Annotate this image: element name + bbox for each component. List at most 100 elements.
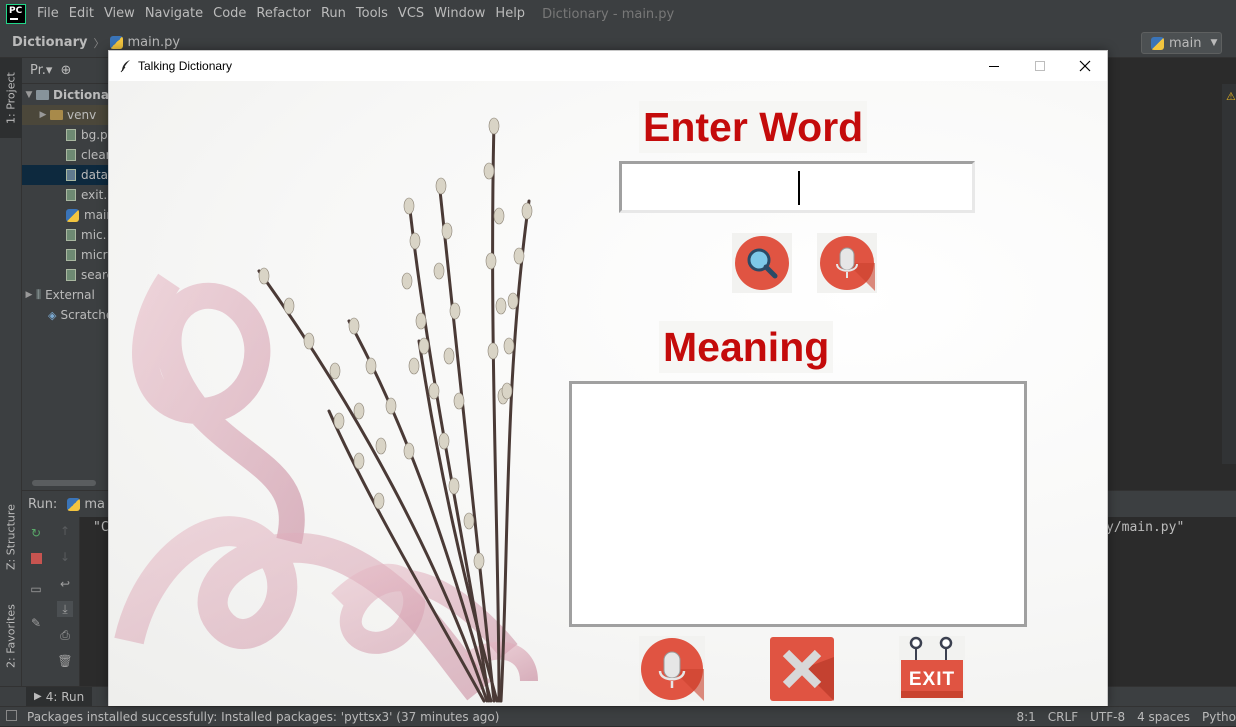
down-arrow-icon[interactable]: ↓ xyxy=(57,549,73,565)
tab-favorites-label: 2: Favorites xyxy=(4,604,18,668)
menu-refactor[interactable]: Refactor xyxy=(251,0,316,28)
file-icon xyxy=(66,169,76,181)
layout-icon[interactable]: ▭ xyxy=(28,581,44,597)
meaning-textbox[interactable] xyxy=(569,381,1027,627)
tree-item-file[interactable]: mic. xyxy=(22,225,108,245)
status-widgets: 8:1 CRLF UTF-8 4 spaces Pytho xyxy=(1016,707,1236,727)
breadcrumb-file-label: main.py xyxy=(127,35,181,50)
tab-project[interactable]: 1: Project xyxy=(0,58,22,138)
print-icon[interactable]: ⎙ xyxy=(57,627,73,643)
tree-item-label: data. xyxy=(81,168,108,182)
run-tab-main[interactable]: ma xyxy=(67,497,105,512)
close-icon xyxy=(1079,60,1091,72)
stop-icon[interactable] xyxy=(28,550,44,566)
menu-edit[interactable]: Edit xyxy=(64,0,99,28)
voice-input-button[interactable] xyxy=(817,233,877,293)
tree-item-file[interactable]: exit.p xyxy=(22,185,108,205)
dropdown-arrow-icon: ▼ xyxy=(1210,38,1218,48)
console-line-end: y/main.py" xyxy=(1106,520,1185,535)
menu-file[interactable]: File xyxy=(32,0,64,28)
tree-item-venv[interactable]: ▶ venv xyxy=(22,105,108,125)
tab-run[interactable]: ▶ 4: Run xyxy=(26,686,93,707)
tree-item-label: searc xyxy=(81,268,108,282)
microphone-icon xyxy=(820,236,875,291)
text-caret xyxy=(798,171,800,205)
menu-view[interactable]: View xyxy=(99,0,140,28)
search-icon xyxy=(735,236,789,290)
menu-run[interactable]: Run xyxy=(316,0,351,28)
tree-item-external-libraries[interactable]: ▶ ⫼ External xyxy=(22,285,108,305)
exit-label: EXIT xyxy=(908,669,956,690)
tree-item-file[interactable]: searc xyxy=(22,265,108,285)
tree-item-scratches[interactable]: ◈ Scratche xyxy=(22,305,108,325)
console-line-start: "C xyxy=(93,520,109,535)
tree-item-file[interactable]: main xyxy=(22,205,108,225)
run-configuration-select[interactable]: main ▼ xyxy=(1141,32,1222,54)
clear-button[interactable] xyxy=(769,636,835,702)
tree-item-label: bg.p xyxy=(81,128,108,142)
file-icon xyxy=(66,249,76,261)
tab-run-label: 4: Run xyxy=(45,689,85,704)
tab-structure[interactable]: Z: Structure xyxy=(0,496,22,578)
status-message[interactable]: Packages installed successfully: Install… xyxy=(27,710,499,724)
locate-target-icon[interactable]: ⊕ xyxy=(60,63,71,78)
horizontal-scrollbar[interactable] xyxy=(32,480,96,486)
clear-x-icon xyxy=(770,637,834,701)
scroll-to-end-icon[interactable]: ⤓ xyxy=(57,601,73,617)
maximize-button[interactable] xyxy=(1017,51,1063,81)
scratches-icon: ◈ xyxy=(48,308,57,322)
menu-window[interactable]: Window xyxy=(429,0,490,28)
tree-root[interactable]: ▼ Dictiona xyxy=(22,85,108,105)
status-indent[interactable]: 4 spaces xyxy=(1137,710,1190,724)
breadcrumb-file[interactable]: main.py xyxy=(110,35,180,50)
menu-help[interactable]: Help xyxy=(490,0,530,28)
run-toolbar-secondary: ↑ ↓ ↩ ⤓ ⎙ 🗑 xyxy=(51,517,80,686)
status-line-separator[interactable]: CRLF xyxy=(1048,710,1078,724)
project-view-label: Pr. xyxy=(30,63,46,78)
menu-navigate[interactable]: Navigate xyxy=(140,0,208,28)
tk-feather-icon xyxy=(120,60,130,73)
left-tool-stripe: 1: Project Z: Structure 2: Favorites xyxy=(0,58,22,686)
breadcrumb-project[interactable]: Dictionary xyxy=(12,35,87,50)
project-panel-header: Pr.▾ ⊕ xyxy=(22,58,108,84)
tree-item-file-selected[interactable]: data. xyxy=(22,165,108,185)
menu-tools[interactable]: Tools xyxy=(351,0,393,28)
tree-item-label: main xyxy=(84,208,108,222)
pin-icon[interactable]: ✎ xyxy=(28,615,44,631)
warning-icon[interactable]: ⚠ xyxy=(1226,90,1236,103)
window-title: Talking Dictionary xyxy=(138,59,233,73)
run-configuration-label: main xyxy=(1169,35,1202,51)
status-encoding[interactable]: UTF-8 xyxy=(1090,710,1125,724)
status-interpreter[interactable]: Pytho xyxy=(1202,710,1236,724)
status-caret-position[interactable]: 8:1 xyxy=(1016,710,1035,724)
run-tab-label: ma xyxy=(84,496,105,512)
menu-code[interactable]: Code xyxy=(208,0,251,28)
trash-icon[interactable]: 🗑 xyxy=(57,653,73,669)
tree-item-label: exit.p xyxy=(81,188,108,202)
tree-item-file[interactable]: clear xyxy=(22,145,108,165)
maximize-icon xyxy=(1035,61,1045,71)
soft-wrap-icon[interactable]: ↩ xyxy=(57,576,73,592)
exit-button[interactable]: EXIT xyxy=(899,636,965,702)
window-titlebar[interactable]: Talking Dictionary xyxy=(109,51,1107,81)
folder-icon xyxy=(50,110,63,120)
python-file-icon xyxy=(110,36,124,49)
tree-item-file[interactable]: bg.p xyxy=(22,125,108,145)
speak-meaning-button[interactable] xyxy=(639,636,705,702)
editor-scroll-gutter[interactable] xyxy=(1222,84,1236,464)
close-button[interactable] xyxy=(1062,51,1108,81)
tree-item-file[interactable]: micr xyxy=(22,245,108,265)
rerun-icon[interactable]: ↻ xyxy=(28,525,44,541)
up-arrow-icon[interactable]: ↑ xyxy=(57,523,73,539)
tab-favorites[interactable]: 2: Favorites xyxy=(0,593,22,679)
search-button[interactable] xyxy=(732,233,792,293)
run-triangle-icon: ▶ xyxy=(34,691,42,702)
minimize-button[interactable] xyxy=(971,51,1017,81)
talking-dictionary-window: Talking Dictionary Enter Word Meaning EX… xyxy=(108,50,1108,706)
menubar: PC File Edit View Navigate Code Refactor… xyxy=(0,0,1236,28)
word-input[interactable] xyxy=(619,161,975,213)
editor-area[interactable] xyxy=(1108,84,1222,464)
project-view-select[interactable]: Pr.▾ xyxy=(30,63,52,78)
menu-vcs[interactable]: VCS xyxy=(393,0,429,28)
status-toggle-icon[interactable] xyxy=(6,710,17,721)
